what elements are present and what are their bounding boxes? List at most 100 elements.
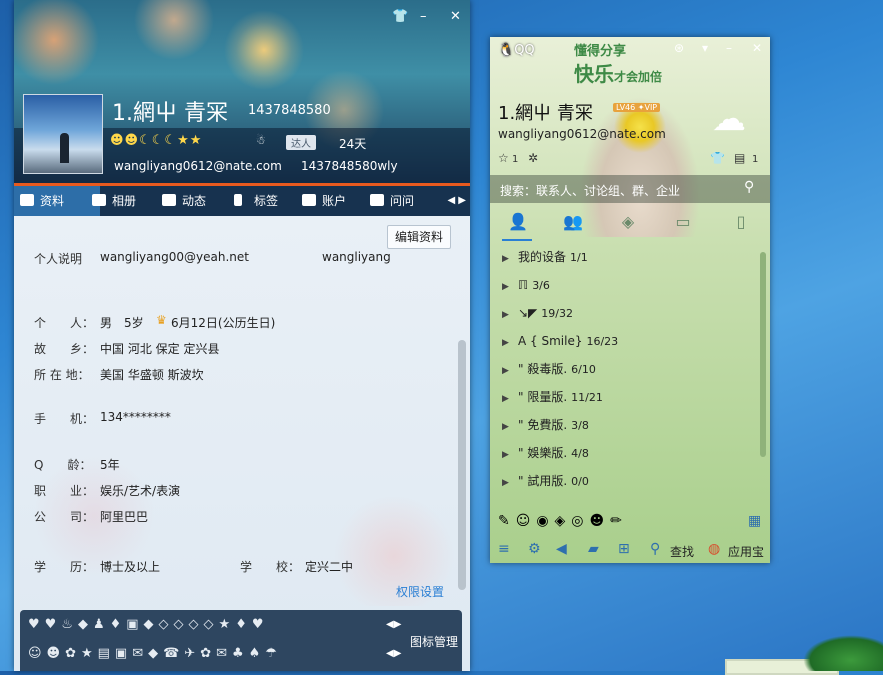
photo-icon xyxy=(92,194,106,206)
appstore-icon[interactable]: ◍ xyxy=(708,541,720,557)
tab-recent[interactable]: ▭ xyxy=(670,209,696,235)
daren-days: 24天 xyxy=(339,137,367,151)
star-icon[interactable]: ☆ xyxy=(498,151,509,165)
tab-groups[interactable]: 👥 xyxy=(560,209,586,235)
card-icon xyxy=(20,194,34,206)
daren-badge: 达人 xyxy=(286,135,316,150)
tab-contacts[interactable]: 👤 xyxy=(505,209,531,235)
location-label: 所 在 地： xyxy=(34,368,90,382)
intro-value: wangliyang00@yeah.net xyxy=(100,250,249,264)
tab-ask[interactable]: 问问 xyxy=(364,186,450,216)
edit-profile-button[interactable]: 编辑资料 xyxy=(387,225,451,249)
intro-label: 个人说明 xyxy=(34,252,83,266)
mailbox-icon[interactable]: ▤ xyxy=(734,151,745,165)
contact-group[interactable]: ▶ ↘◤ 19/32 xyxy=(502,303,573,323)
mobile-value: 134******** xyxy=(100,410,171,424)
job-value: 娱乐/艺术/表演 xyxy=(100,484,181,498)
school-label: 学 校： xyxy=(240,560,301,574)
chevron-right-icon: ▶ xyxy=(502,282,509,292)
skin-slogan: 懂得分享 快乐才会加倍 xyxy=(574,44,663,86)
appstore-button[interactable]: 应用宝 xyxy=(728,543,764,560)
tab-scroll-arrows[interactable]: ◀ ▶ xyxy=(447,186,466,216)
minimize-icon[interactable]: – xyxy=(420,9,427,24)
icon-row-1[interactable]: ♥♥♨◆♟♦▣◆◇◇◇◇★♦♥ xyxy=(28,617,378,632)
qq-user-email[interactable]: wangliyang0612@nate.com xyxy=(498,127,666,141)
skin-icon[interactable]: 👕 xyxy=(392,9,408,24)
icon-row1-arrows[interactable]: ◀▶ xyxy=(386,619,401,630)
settings-gear-icon[interactable]: ⚙ xyxy=(528,541,541,557)
vip-badge[interactable]: LV46 ✦VIP xyxy=(613,103,661,112)
contact-group[interactable]: ▶ " 限量版. 11/21 xyxy=(502,387,603,407)
sparkle-icon[interactable]: ✲ xyxy=(528,151,538,165)
job-label: 职 业： xyxy=(34,484,95,498)
avatar[interactable] xyxy=(23,94,103,174)
hometown-label: 故 乡： xyxy=(34,342,95,356)
feed-icon xyxy=(162,194,176,206)
profile-tabs: 资料 相册 动态 标签 账户 问问 ◀ ▶ xyxy=(14,186,470,216)
search-input[interactable]: 搜索：联系人、讨论组、群、企业 xyxy=(500,182,680,199)
qage-label: Q 龄： xyxy=(34,458,92,472)
school-value: 定兴二中 xyxy=(305,560,354,574)
weather-cloud-icon[interactable]: ☁ xyxy=(712,99,756,139)
contact-list-scrollbar[interactable] xyxy=(760,252,766,457)
contact-group[interactable]: ▶ " 試用版. 0/0 xyxy=(502,471,589,491)
profile-window: 👕 – ✕ 1.網屮 青冞 1437848580 ☻☻☾☾☾★★ ☃ 达人 24… xyxy=(14,0,470,671)
hometown-value: 中国 河北 保定 定兴县 xyxy=(100,342,220,356)
box-count: 1 xyxy=(752,154,759,165)
edu-value: 博士及以上 xyxy=(100,560,161,574)
profile-content: 个人说明 wangliyang00@yeah.net wangliyang 个 … xyxy=(14,216,470,606)
chevron-right-icon: ▶ xyxy=(502,310,509,320)
chevron-right-icon: ▶ xyxy=(502,254,509,264)
chevron-right-icon: ▶ xyxy=(502,478,509,488)
desktop-clover xyxy=(803,635,883,671)
contact-group[interactable]: ▶ " 免費版. 3/8 xyxy=(502,415,589,435)
app-grid-icon[interactable]: ▦ xyxy=(748,513,761,529)
chevron-right-icon: ▶ xyxy=(502,366,509,376)
icon-row-2[interactable]: ☺☻✿★▤▣✉◆☎✈✿✉♣♠☂ xyxy=(28,646,378,661)
star-count: 1 xyxy=(512,154,519,165)
wallet-icon xyxy=(302,194,316,206)
profile-name: 1.網屮 青冞 xyxy=(112,101,228,126)
profile-qq-number: 1437848580 xyxy=(248,103,331,118)
app-shortcuts[interactable]: ✎☺◉◈◎☻✏ xyxy=(498,513,628,529)
volume-icon[interactable]: ◀ xyxy=(556,541,567,557)
find-search-icon[interactable]: ⚲ xyxy=(650,541,660,557)
chevron-right-icon: ▶ xyxy=(502,338,509,348)
folder-icon[interactable]: ▰ xyxy=(588,541,599,557)
profile-scrollbar[interactable] xyxy=(458,340,466,590)
icon-row2-arrows[interactable]: ◀▶ xyxy=(386,648,401,659)
person-value: 男 5岁 xyxy=(100,316,144,330)
level-icons: ☻☻☾☾☾★★ xyxy=(110,133,203,148)
app-manager-icon[interactable]: ⊞ xyxy=(618,541,630,557)
icon-manage-button[interactable]: 图标管理 xyxy=(410,633,458,650)
menu-icon[interactable]: ≡ xyxy=(498,541,510,557)
minimize-icon[interactable]: – xyxy=(726,41,732,55)
location-value: 美国 华盛顿 斯波坎 xyxy=(100,368,204,382)
crown-icon: ♛ xyxy=(156,313,167,327)
contact-search[interactable]: 搜索：联系人、讨论组、群、企业 ⚲ xyxy=(490,175,770,203)
tab-discussions[interactable]: ◈ xyxy=(615,209,641,235)
medal-icon[interactable]: ⊛ xyxy=(674,41,684,55)
contact-group[interactable]: ▶ 我的设备 1/1 xyxy=(502,247,588,267)
close-icon[interactable]: ✕ xyxy=(450,9,461,24)
edu-label: 学 历： xyxy=(34,560,95,574)
shield-icon[interactable]: ▾ xyxy=(702,41,708,55)
qq-user-name[interactable]: 1.網屮 青冞 xyxy=(498,99,593,125)
permission-settings-link[interactable]: 权限设置 xyxy=(396,583,444,600)
bottom-toolbar: ≡ ⚙ ◀ ▰ ⊞ ⚲ 查找 ◍ 应用宝 xyxy=(490,537,770,563)
search-icon[interactable]: ⚲ xyxy=(744,179,754,195)
badge-icon: ☃ xyxy=(256,134,266,147)
bookmark-icon xyxy=(234,194,242,206)
profile-nickname-id: 1437848580wly xyxy=(301,159,398,173)
shirt-icon[interactable]: 👕 xyxy=(710,151,725,165)
tab-devices[interactable]: ▯ xyxy=(728,209,754,235)
contact-group[interactable]: ▶ A { Smile} 16/23 xyxy=(502,331,618,351)
contact-group[interactable]: ▶ " 娛樂版. 4/8 xyxy=(502,443,589,463)
find-button[interactable]: 查找 xyxy=(670,543,694,560)
active-tab-indicator xyxy=(502,239,532,241)
close-icon[interactable]: ✕ xyxy=(752,41,762,55)
contact-group[interactable]: ▶ ℿ 3/6 xyxy=(502,275,550,295)
company-value: 阿里巴巴 xyxy=(100,510,149,524)
person-label: 个 人： xyxy=(34,316,95,330)
contact-group[interactable]: ▶ " 殺毒版. 6/10 xyxy=(502,359,596,379)
